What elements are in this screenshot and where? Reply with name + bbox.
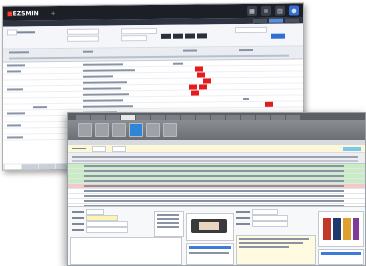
filter-field[interactable] [235, 26, 267, 34]
filter-label [17, 31, 35, 33]
window-tab[interactable] [226, 115, 240, 120]
bottom-tab[interactable] [5, 164, 21, 170]
code-list-box [154, 211, 184, 237]
product-photo [318, 211, 364, 247]
column-subheaders [9, 54, 289, 60]
notes-box[interactable] [70, 237, 182, 265]
field-label [236, 211, 250, 213]
subnav-tab-active[interactable] [269, 18, 283, 23]
field-label [236, 223, 250, 225]
column-header [239, 48, 253, 51]
image-list [318, 249, 364, 265]
export-icon[interactable] [163, 123, 177, 137]
print-icon[interactable] [146, 123, 160, 137]
detail-field[interactable] [252, 221, 288, 227]
person-icon[interactable]: ● [289, 5, 299, 16]
product-image-frame [186, 213, 234, 241]
filter-panel [3, 23, 303, 50]
front-window-tabs [68, 113, 365, 120]
filter-field[interactable] [121, 27, 157, 35]
selected-barcode-row[interactable] [189, 246, 231, 249]
subnav-tab[interactable] [253, 18, 267, 23]
grid-column-sublabels [72, 160, 358, 162]
window-tab[interactable] [76, 115, 90, 120]
filter-button[interactable] [173, 33, 183, 39]
filter-field[interactable] [67, 35, 99, 42]
column-header [9, 51, 29, 54]
delete-icon[interactable] [112, 123, 126, 137]
info-text [72, 147, 86, 150]
field-label [72, 217, 84, 219]
app-logo: ■EZSMIN [7, 10, 39, 17]
window-tab[interactable] [196, 115, 210, 120]
filter-checkbox[interactable] [7, 29, 17, 36]
grid-header [68, 153, 365, 164]
filter-field[interactable] [121, 35, 147, 42]
window-tab[interactable] [211, 115, 225, 120]
barcode-list [186, 243, 234, 265]
window-tab[interactable] [256, 115, 270, 120]
detail-panel [68, 206, 365, 265]
window-tab[interactable] [166, 115, 180, 120]
window-tab[interactable] [151, 115, 165, 120]
plus-icon[interactable]: + [51, 10, 56, 17]
grid-column-labels [72, 156, 358, 158]
info-field[interactable] [112, 145, 126, 152]
new-icon[interactable] [78, 123, 92, 137]
info-bar [68, 145, 365, 153]
filter-button[interactable] [185, 33, 195, 39]
window-tab[interactable] [241, 115, 255, 120]
field-label [72, 229, 84, 231]
column-header [83, 50, 93, 53]
window-tab[interactable] [136, 115, 150, 120]
window-tab[interactable] [106, 115, 120, 120]
window-tab[interactable] [271, 115, 285, 120]
product-image [191, 219, 227, 233]
window-tab[interactable] [286, 115, 300, 120]
document-icon[interactable]: ▤ [275, 5, 285, 16]
window-tab-active[interactable] [121, 115, 135, 120]
save-icon[interactable] [95, 123, 109, 137]
bottom-tab[interactable] [22, 164, 38, 170]
info-field[interactable] [92, 145, 106, 152]
top-nav-icons: ▦ ≡ ▤ ● [247, 5, 299, 17]
window-tab[interactable] [91, 115, 105, 120]
detail-field[interactable] [86, 227, 128, 233]
field-label [236, 217, 250, 219]
grid-body [68, 164, 365, 209]
front-window [67, 112, 366, 266]
grid-icon[interactable]: ▦ [247, 5, 257, 17]
column-header [183, 49, 197, 52]
list-icon[interactable]: ≡ [261, 5, 271, 16]
logo-text: EZSMIN [12, 9, 39, 17]
filter-button[interactable] [161, 33, 171, 39]
toolbar [68, 120, 365, 140]
field-label [72, 223, 84, 225]
selected-image-row[interactable] [321, 252, 361, 255]
status-badge [343, 146, 361, 151]
search-icon[interactable] [129, 123, 143, 137]
memo-box[interactable] [236, 235, 316, 265]
subnav-tab[interactable] [285, 18, 299, 23]
filter-button[interactable] [197, 33, 207, 39]
field-label [72, 211, 84, 213]
search-button[interactable] [271, 33, 285, 39]
bottom-tab[interactable] [39, 164, 55, 170]
filter-field[interactable] [67, 28, 99, 35]
window-tab[interactable] [181, 115, 195, 120]
